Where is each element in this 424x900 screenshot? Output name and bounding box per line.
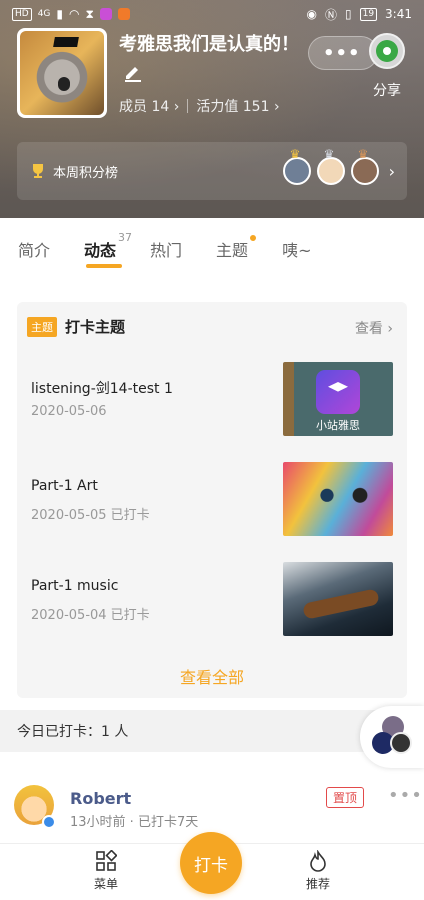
unread-dot xyxy=(250,235,257,241)
wifi-icon: ◠ xyxy=(69,7,80,21)
rank-avatar[interactable]: ♛ xyxy=(350,147,379,185)
tab-theme[interactable]: 主题 xyxy=(216,235,257,261)
rank-avatars: ♛ ♛ ♛ xyxy=(282,147,379,185)
chevron-right-icon: › xyxy=(388,161,395,181)
more-options-button[interactable]: ••• xyxy=(308,36,378,70)
theme-thumbnail xyxy=(283,562,393,636)
edit-icon[interactable] xyxy=(123,62,143,82)
clock-icon xyxy=(390,732,412,754)
signal-icon: ▮ xyxy=(56,7,64,21)
trophy-icon xyxy=(33,164,43,178)
weekly-rank-bar[interactable]: 本周积分榜 ♛ ♛ ♛ › xyxy=(17,142,407,200)
checkin-theme-card: 主题 打卡主题 查看 › listening-剑14-test 1 2020-0… xyxy=(17,302,407,698)
theme-card-header: 主题 打卡主题 xyxy=(27,316,125,337)
share-button[interactable] xyxy=(369,33,405,69)
flame-icon xyxy=(310,850,326,872)
today-checkin-count: 今日已打卡：1 人 xyxy=(17,724,129,740)
vibrate-icon: ▯ xyxy=(344,7,352,21)
share-icon xyxy=(376,40,398,62)
checkin-button-label: 打卡 xyxy=(194,855,228,876)
app-logo-icon xyxy=(316,370,360,414)
nfc-icon: Ⓝ xyxy=(324,7,337,22)
more-icon: ••• xyxy=(323,42,361,64)
theme-thumbnail xyxy=(283,462,393,536)
eye-icon: ◉ xyxy=(306,7,317,21)
theme-item-title: Part-1 Art xyxy=(31,478,98,494)
theme-item-title: listening-剑14-test 1 xyxy=(31,381,173,397)
tab-feed[interactable]: 动态 37 xyxy=(84,231,132,261)
view-all-link[interactable]: 查看全部 xyxy=(17,664,407,688)
theme-item[interactable]: Part-1 Art 2020-05-05 已打卡 xyxy=(31,462,393,536)
clock-time: 3:41 xyxy=(385,7,412,21)
group-avatar[interactable] xyxy=(17,28,107,118)
nav-menu-label: 菜单 xyxy=(93,877,118,891)
theme-thumbnail: 小站雅思 xyxy=(283,362,393,436)
battery-icon: 19 xyxy=(359,7,378,21)
more-icon[interactable]: ••• xyxy=(388,785,423,806)
rank-avatar[interactable]: ♛ xyxy=(282,147,311,185)
rank-avatar[interactable]: ♛ xyxy=(316,147,345,185)
group-header: HD 4G ▮ ◠ ⧗ ◉ Ⓝ ▯ 19 3:41 考雅思我们是认真的！ 成员 … xyxy=(0,0,424,218)
tab-bar: 简介 动态 37 热门 主题 咦~ xyxy=(0,218,424,280)
tab-misc[interactable]: 咦~ xyxy=(282,237,311,261)
nav-recommend[interactable]: 推荐 xyxy=(288,850,348,892)
weekly-rank-label: 本周积分榜 xyxy=(53,165,119,181)
members-link[interactable]: 成员 14 › xyxy=(119,96,179,116)
tab-hot[interactable]: 热门 xyxy=(150,237,182,261)
theme-item-meta: 2020-05-04 已打卡 xyxy=(31,608,150,623)
crown-icon: ♛ xyxy=(323,147,335,161)
nav-recommend-label: 推荐 xyxy=(305,877,330,891)
activity-link[interactable]: 活力值 151 › xyxy=(196,96,279,116)
network-label: HD xyxy=(12,7,32,21)
signal-label: 4G xyxy=(37,9,51,19)
share-label[interactable]: 分享 xyxy=(373,80,401,100)
divider xyxy=(187,99,189,113)
tab-badge-count: 37 xyxy=(118,231,133,244)
checkin-button[interactable]: 打卡 xyxy=(180,832,242,894)
crown-icon: ♛ xyxy=(289,147,301,161)
hourglass-icon: ⧗ xyxy=(85,6,94,21)
active-tab-indicator xyxy=(86,264,122,268)
post-author[interactable]: Robert xyxy=(70,789,131,808)
view-themes-link[interactable]: 查看 › xyxy=(355,318,393,338)
app-notification-icon xyxy=(99,8,112,20)
theme-card-title: 打卡主题 xyxy=(65,318,126,336)
nav-menu[interactable]: 菜单 xyxy=(76,850,136,892)
theme-item[interactable]: listening-剑14-test 1 2020-05-06 小站雅思 xyxy=(31,362,393,436)
app-notification-icon xyxy=(117,8,130,20)
verified-icon xyxy=(42,815,56,829)
group-title: 考雅思我们是认真的！ xyxy=(119,34,299,55)
theme-item-meta: 2020-05-05 已打卡 xyxy=(31,508,150,523)
post-meta: 13小时前 · 已打卡7天 xyxy=(70,815,199,830)
crown-icon: ♛ xyxy=(357,147,369,161)
status-bar: HD 4G ▮ ◠ ⧗ ◉ Ⓝ ▯ 19 3:41 xyxy=(0,0,424,28)
menu-grid-icon xyxy=(96,850,117,871)
theme-item-title: Part-1 music xyxy=(31,578,119,594)
theme-tag: 主题 xyxy=(27,316,57,337)
theme-item-meta: 2020-05-06 xyxy=(31,404,107,419)
tab-intro[interactable]: 简介 xyxy=(18,237,50,261)
floating-avatars-button[interactable] xyxy=(360,706,424,768)
pinned-badge: 置顶 xyxy=(326,787,365,808)
thumbnail-caption: 小站雅思 xyxy=(316,419,360,432)
theme-item[interactable]: Part-1 music 2020-05-04 已打卡 xyxy=(31,562,393,636)
group-stats: 成员 14 › 活力值 151 › xyxy=(119,96,280,116)
